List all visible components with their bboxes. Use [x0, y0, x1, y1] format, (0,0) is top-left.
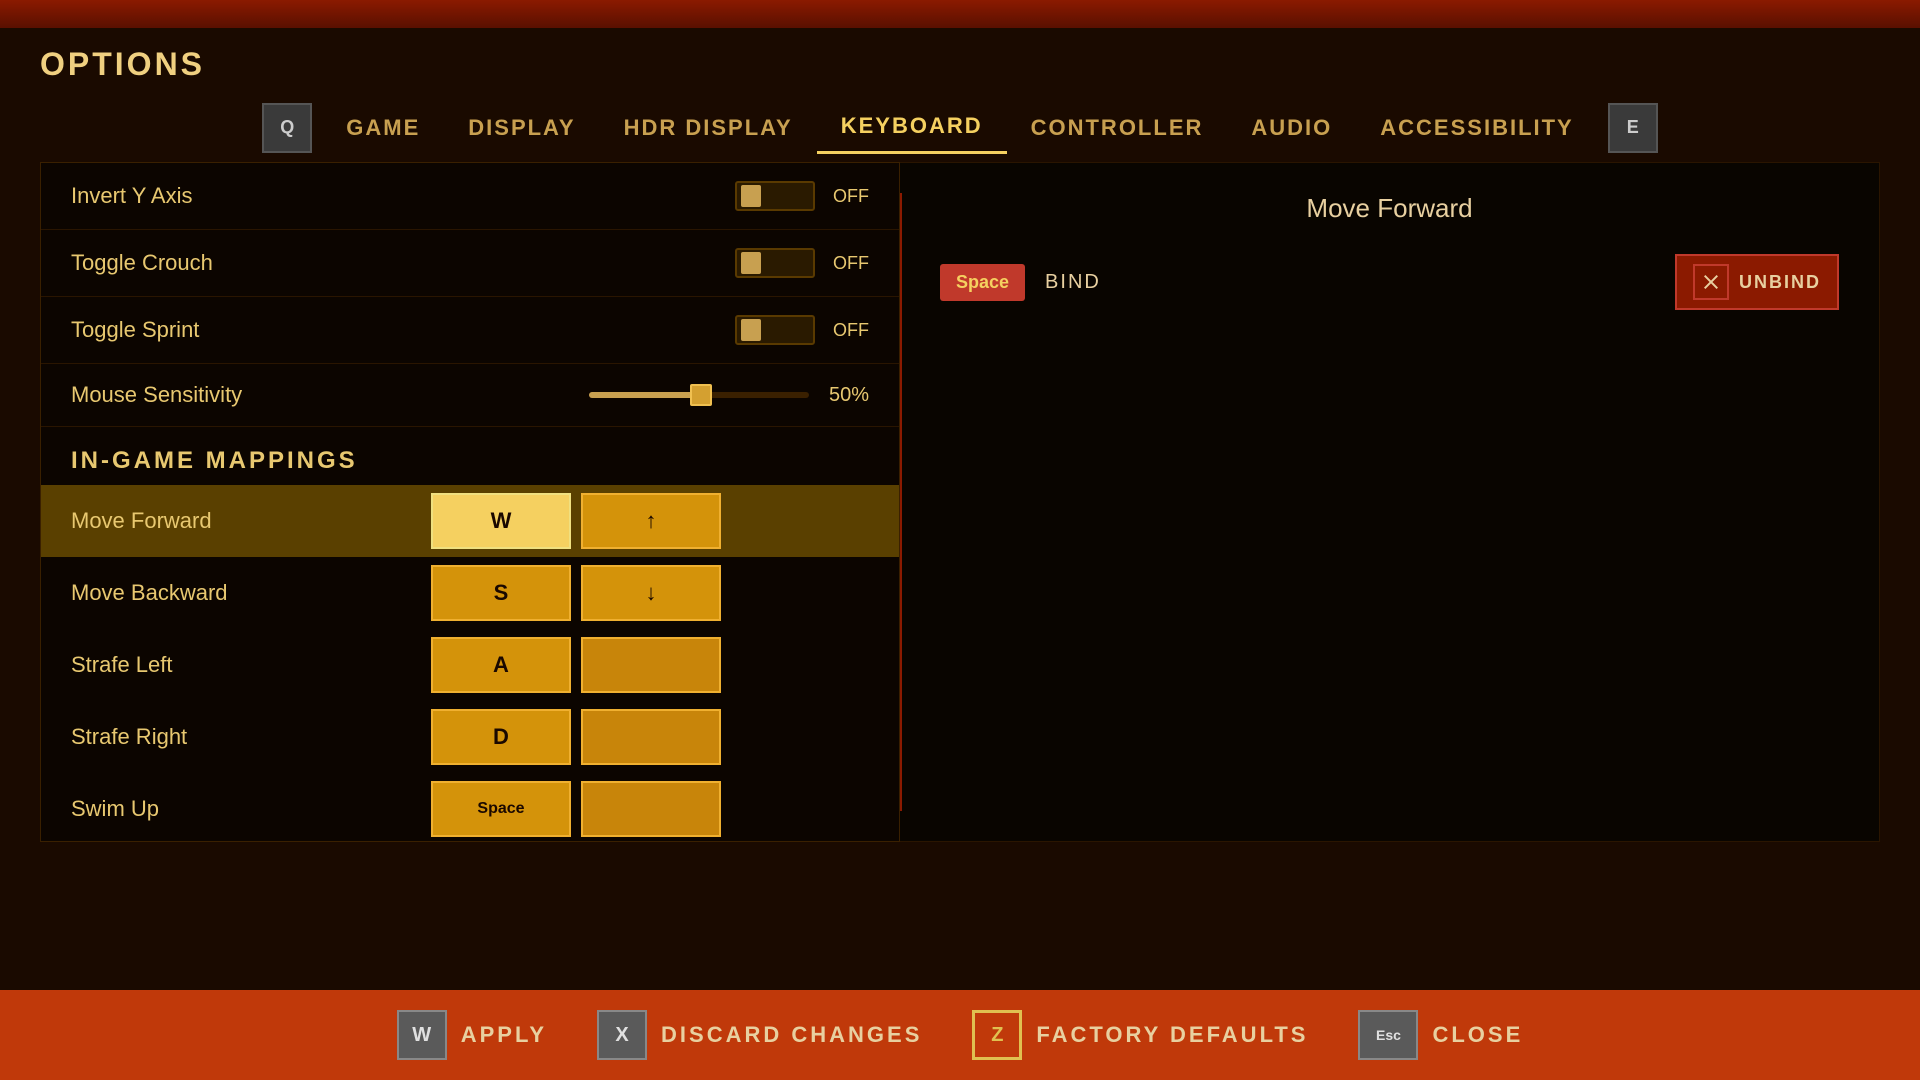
discard-key: X: [597, 1010, 647, 1060]
mapping-name-move-forward: Move Forward: [71, 508, 421, 534]
key-btn-move-backward-1[interactable]: S: [431, 565, 571, 621]
toggle-crouch-value: OFF: [833, 253, 869, 274]
bottom-bar: W APPLY X DISCARD CHANGES Z FACTORY DEFA…: [0, 990, 1920, 1080]
invert-y-axis-toggle-container: OFF: [735, 181, 869, 211]
mouse-sensitivity-label: Mouse Sensitivity: [71, 382, 589, 408]
apply-key: W: [397, 1010, 447, 1060]
toggle-sprint-row: Toggle Sprint OFF: [41, 297, 899, 364]
defaults-label: FACTORY DEFAULTS: [1036, 1022, 1308, 1048]
page-title: OPTIONS: [0, 28, 1920, 93]
key-btn-move-forward-1[interactable]: W: [431, 493, 571, 549]
vertical-divider: [900, 193, 902, 811]
mapping-name-swim-up: Swim Up: [71, 796, 421, 822]
key-btn-move-forward-2[interactable]: ↑: [581, 493, 721, 549]
mapping-name-strafe-left: Strafe Left: [71, 652, 421, 678]
mappings-header: IN-GAME MAPPINGS: [41, 427, 899, 485]
top-bar: [0, 0, 1920, 28]
toggle-crouch-toggle[interactable]: [735, 248, 815, 278]
tab-audio[interactable]: AUDIO: [1227, 103, 1356, 153]
left-panel: Invert Y Axis OFF Toggle Crouch OFF Togg…: [40, 162, 900, 842]
invert-y-axis-toggle[interactable]: [735, 181, 815, 211]
toggle-crouch-toggle-container: OFF: [735, 248, 869, 278]
defaults-button[interactable]: Z FACTORY DEFAULTS: [972, 1010, 1308, 1060]
unbind-button[interactable]: UNBIND: [1675, 254, 1839, 310]
space-key-label: Space: [940, 264, 1025, 301]
mapping-row-strafe-right[interactable]: Strafe Right D: [41, 701, 899, 773]
tab-nav-right[interactable]: E: [1608, 103, 1658, 153]
mapping-row-swim-up[interactable]: Swim Up Space: [41, 773, 899, 842]
mapping-row-move-forward[interactable]: Move Forward W ↑: [41, 485, 899, 557]
toggle-knob-sprint: [741, 319, 761, 341]
toggle-crouch-label: Toggle Crouch: [71, 250, 735, 276]
tab-keyboard[interactable]: KEYBOARD: [817, 101, 1007, 154]
tab-hdr-display[interactable]: HDR DISPLAY: [600, 103, 817, 153]
key-btn-strafe-right-1[interactable]: D: [431, 709, 571, 765]
tab-accessibility[interactable]: ACCESSIBILITY: [1356, 103, 1597, 153]
key-btn-move-backward-2[interactable]: ↓: [581, 565, 721, 621]
toggle-knob: [741, 185, 761, 207]
discard-button[interactable]: X DISCARD CHANGES: [597, 1010, 922, 1060]
mapping-row-move-backward[interactable]: Move Backward S ↓: [41, 557, 899, 629]
close-button[interactable]: Esc CLOSE: [1358, 1010, 1523, 1060]
mouse-sensitivity-track[interactable]: [589, 392, 809, 398]
toggle-sprint-label: Toggle Sprint: [71, 317, 735, 343]
apply-button[interactable]: W APPLY: [397, 1010, 547, 1060]
key-btn-strafe-left-1[interactable]: A: [431, 637, 571, 693]
unbind-text: UNBIND: [1739, 272, 1821, 293]
mouse-sensitivity-slider-container: 50%: [589, 384, 869, 407]
tab-game[interactable]: GAME: [322, 103, 444, 153]
mapping-name-strafe-right: Strafe Right: [71, 724, 421, 750]
mouse-sensitivity-value: 50%: [829, 384, 869, 407]
main-content: Invert Y Axis OFF Toggle Crouch OFF Togg…: [40, 162, 1880, 842]
right-panel-title: Move Forward: [940, 193, 1839, 224]
key-btn-swim-up-1[interactable]: Space: [431, 781, 571, 837]
mapping-name-move-backward: Move Backward: [71, 580, 421, 606]
invert-y-axis-value: OFF: [833, 186, 869, 207]
close-label: CLOSE: [1432, 1022, 1523, 1048]
mapping-row-strafe-left[interactable]: Strafe Left A: [41, 629, 899, 701]
bind-row: Space BIND UNBIND: [940, 254, 1839, 310]
toggle-sprint-value: OFF: [833, 320, 869, 341]
invert-y-axis-row: Invert Y Axis OFF: [41, 163, 899, 230]
slider-fill: [589, 392, 699, 398]
mouse-sensitivity-row: Mouse Sensitivity 50%: [41, 364, 899, 427]
close-key: Esc: [1358, 1010, 1418, 1060]
toggle-sprint-toggle-container: OFF: [735, 315, 869, 345]
key-btn-strafe-right-2[interactable]: [581, 709, 721, 765]
tab-display[interactable]: DISPLAY: [444, 103, 599, 153]
defaults-key: Z: [972, 1010, 1022, 1060]
invert-y-axis-label: Invert Y Axis: [71, 183, 735, 209]
toggle-knob-crouch: [741, 252, 761, 274]
slider-thumb[interactable]: [690, 384, 712, 406]
unbind-icon: [1693, 264, 1729, 300]
bind-text: BIND: [1045, 271, 1101, 294]
discard-label: DISCARD CHANGES: [661, 1022, 922, 1048]
key-btn-swim-up-2[interactable]: [581, 781, 721, 837]
apply-label: APPLY: [461, 1022, 547, 1048]
toggle-crouch-row: Toggle Crouch OFF: [41, 230, 899, 297]
tab-controller[interactable]: CONTROLLER: [1007, 103, 1228, 153]
toggle-sprint-toggle[interactable]: [735, 315, 815, 345]
right-panel: Move Forward Space BIND UNBIND: [900, 162, 1880, 842]
tab-bar: Q GAME DISPLAY HDR DISPLAY KEYBOARD CONT…: [0, 93, 1920, 162]
key-btn-strafe-left-2[interactable]: [581, 637, 721, 693]
tab-nav-left[interactable]: Q: [262, 103, 312, 153]
